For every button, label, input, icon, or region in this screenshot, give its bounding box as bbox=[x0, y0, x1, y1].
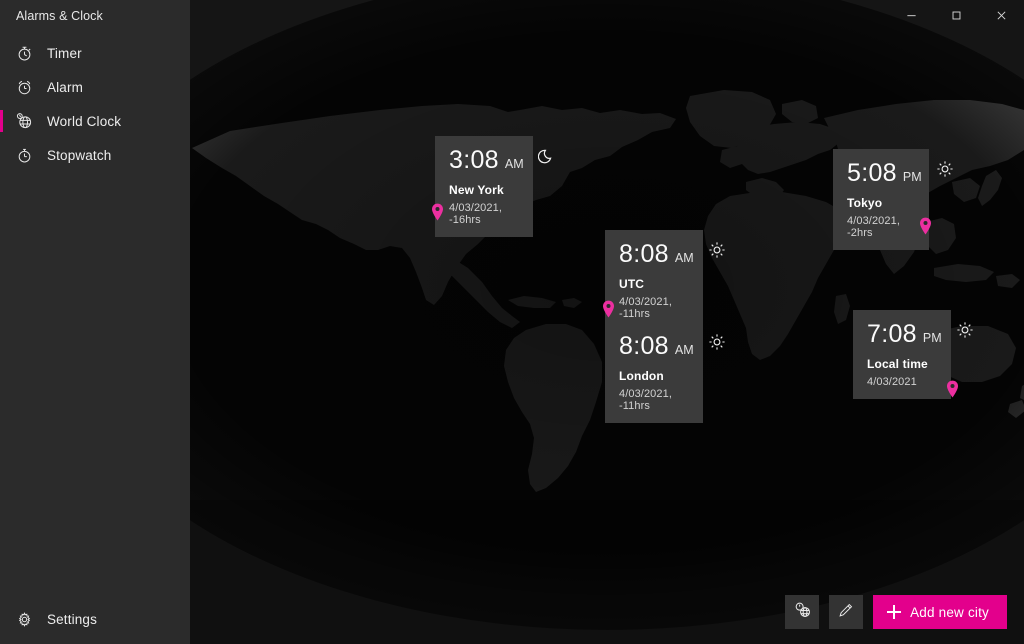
card-top-row: 8:08 AM bbox=[619, 242, 725, 267]
add-new-city-label: Add new city bbox=[910, 604, 989, 620]
sidebar-item-settings[interactable]: Settings bbox=[0, 602, 190, 636]
clock-city-name: New York bbox=[449, 183, 504, 197]
moon-icon bbox=[537, 147, 556, 165]
close-button[interactable] bbox=[979, 0, 1024, 30]
clock-date-offset: 4/03/2021, -2hrs bbox=[847, 215, 900, 239]
maximize-button[interactable] bbox=[934, 0, 979, 30]
clock-card-utc[interactable]: 8:08 AM UTC 4/03/2021, -11hrs bbox=[605, 230, 725, 331]
compare-times-button[interactable] bbox=[785, 595, 820, 629]
plus-icon bbox=[887, 605, 902, 619]
time-display: 8:08 AM bbox=[619, 334, 694, 359]
minimize-button[interactable] bbox=[889, 0, 934, 30]
clock-time: 7:08 bbox=[867, 320, 917, 348]
clock-ampm: PM bbox=[902, 170, 922, 184]
clock-ampm: AM bbox=[674, 251, 694, 265]
clock-city-name: London bbox=[619, 369, 664, 383]
card-top-row: 3:08 AM bbox=[449, 148, 552, 173]
clock-card-tokyo[interactable]: 5:08 PM Tokyo 4/03/2021, -2hrs bbox=[833, 149, 953, 250]
selection-accent-bar bbox=[0, 110, 3, 132]
sidebar-item-stopwatch[interactable]: Stopwatch bbox=[0, 138, 190, 172]
clock-time: 5:08 bbox=[847, 159, 897, 187]
action-bar: Add new city bbox=[785, 595, 1007, 629]
clock-ampm: AM bbox=[674, 343, 694, 357]
clock-card-local-time[interactable]: 7:08 PM Local time 4/03/2021 bbox=[853, 310, 973, 399]
clock-city-name: Tokyo bbox=[847, 196, 883, 210]
alarms-and-clock-window: Alarms & Clock Timer Alarm World Clock S… bbox=[0, 0, 1024, 644]
clock-card-london[interactable]: 8:08 AM London 4/03/2021, -11hrs bbox=[605, 322, 725, 423]
sidebar-item-label: World Clock bbox=[47, 113, 122, 129]
clock-city-name: Local time bbox=[867, 357, 928, 371]
compare-times-icon bbox=[793, 600, 812, 624]
timer-icon bbox=[13, 42, 35, 64]
navigation-sidebar: Alarms & Clock Timer Alarm World Clock S… bbox=[0, 0, 190, 644]
map-pin-tokyo[interactable] bbox=[919, 217, 932, 235]
clock-ampm: PM bbox=[922, 331, 942, 345]
clock-time: 8:08 bbox=[619, 240, 669, 268]
sidebar-item-alarm[interactable]: Alarm bbox=[0, 70, 190, 104]
time-display: 7:08 PM bbox=[867, 322, 942, 347]
world-clock-main-panel: 3:08 AM New York 4/03/2021, -16hrs 5:08 … bbox=[190, 0, 1024, 644]
add-new-city-button[interactable]: Add new city bbox=[873, 595, 1007, 629]
edit-button[interactable] bbox=[829, 595, 864, 629]
clock-date-offset: 4/03/2021, -16hrs bbox=[449, 202, 502, 226]
sun-icon bbox=[956, 321, 974, 339]
map-pin-local-time[interactable] bbox=[946, 380, 959, 398]
sun-icon bbox=[708, 333, 726, 351]
sidebar-item-label: Settings bbox=[47, 611, 97, 627]
time-display: 8:08 AM bbox=[619, 242, 694, 267]
time-display: 5:08 PM bbox=[847, 161, 922, 186]
clock-ampm: AM bbox=[504, 157, 524, 171]
map-pin-utc-london[interactable] bbox=[602, 300, 615, 318]
time-display: 3:08 AM bbox=[449, 148, 524, 173]
sidebar-item-label: Alarm bbox=[47, 79, 84, 95]
clock-city-name: UTC bbox=[619, 277, 645, 291]
clock-date-offset: 4/03/2021 bbox=[867, 376, 917, 388]
clock-date-offset: 4/03/2021, -11hrs bbox=[619, 388, 672, 412]
alarm-clock-icon bbox=[13, 76, 35, 98]
window-controls bbox=[889, 0, 1024, 30]
sidebar-item-world-clock[interactable]: World Clock bbox=[0, 104, 190, 138]
gear-icon bbox=[13, 608, 35, 630]
stopwatch-icon bbox=[13, 144, 35, 166]
app-title: Alarms & Clock bbox=[16, 9, 103, 23]
world-clock-icon bbox=[13, 110, 35, 132]
sidebar-item-label: Timer bbox=[47, 45, 82, 61]
sidebar-item-label: Stopwatch bbox=[47, 147, 112, 163]
sun-icon bbox=[708, 241, 726, 259]
sidebar-item-timer[interactable]: Timer bbox=[0, 36, 190, 70]
clock-date-offset: 4/03/2021, -11hrs bbox=[619, 296, 672, 320]
sun-icon bbox=[936, 160, 954, 178]
pencil-icon bbox=[837, 601, 855, 624]
clock-card-new-york[interactable]: 3:08 AM New York 4/03/2021, -16hrs bbox=[435, 136, 552, 237]
card-top-row: 5:08 PM bbox=[847, 161, 953, 186]
card-top-row: 8:08 AM bbox=[619, 334, 725, 359]
card-top-row: 7:08 PM bbox=[867, 322, 973, 347]
nav-list: Timer Alarm World Clock Stopwatch bbox=[0, 36, 190, 172]
map-pin-new-york[interactable] bbox=[431, 203, 444, 221]
clock-time: 8:08 bbox=[619, 332, 669, 360]
clock-time: 3:08 bbox=[449, 146, 499, 174]
